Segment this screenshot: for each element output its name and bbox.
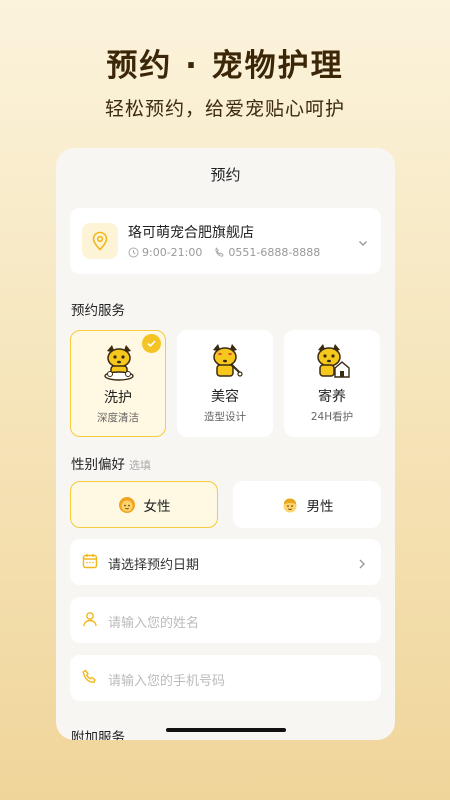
calendar-icon bbox=[82, 553, 98, 573]
store-hours: 9:00-21:00 bbox=[142, 246, 203, 259]
phone-icon bbox=[214, 247, 225, 258]
dog-boarding-icon bbox=[314, 342, 350, 384]
date-field-label: 请选择预约日期 bbox=[108, 558, 200, 573]
booking-card: 预约 珞可萌宠合肥旗舰店 9:00-21:00 0551-6888-8888 预… bbox=[56, 148, 395, 740]
service-desc: 造型设计 bbox=[204, 411, 246, 423]
phone-input-field[interactable]: 请输入您的手机号码 bbox=[70, 655, 381, 701]
store-selector[interactable]: 珞可萌宠合肥旗舰店 9:00-21:00 0551-6888-8888 bbox=[70, 208, 381, 274]
store-name: 珞可萌宠合肥旗舰店 bbox=[128, 225, 254, 241]
user-icon bbox=[82, 611, 98, 631]
page-title: 预约 bbox=[210, 166, 241, 184]
name-input[interactable]: 请输入您的姓名 bbox=[108, 612, 199, 631]
gender-label: 女性 bbox=[143, 498, 171, 515]
service-card-boarding[interactable]: 寄养 24H看护 bbox=[284, 330, 380, 437]
name-input-field[interactable]: 请输入您的姓名 bbox=[70, 597, 381, 643]
optional-hint: 选填 bbox=[129, 459, 151, 472]
store-meta: 9:00-21:00 0551-6888-8888 bbox=[128, 246, 320, 259]
extra-service-section-label: 附加服务 bbox=[71, 730, 125, 740]
service-card-grooming[interactable]: 美容 造型设计 bbox=[177, 330, 273, 437]
gender-section-title: 性别偏好 bbox=[71, 457, 125, 473]
man-icon bbox=[281, 496, 299, 514]
service-name: 美容 bbox=[211, 389, 239, 405]
promo-headline: 预约 · 宠物护理 bbox=[106, 48, 344, 84]
chevron-down-icon[interactable] bbox=[357, 234, 369, 253]
chevron-right-icon bbox=[357, 555, 367, 574]
service-name: 洗护 bbox=[104, 390, 132, 406]
date-picker-field[interactable]: 请选择预约日期 bbox=[70, 539, 381, 585]
phone-input[interactable]: 请输入您的手机号码 bbox=[108, 670, 225, 689]
store-phone: 0551-6888-8888 bbox=[228, 246, 321, 259]
dog-grooming-icon bbox=[207, 342, 243, 384]
location-pin-icon bbox=[82, 223, 118, 259]
gender-option-male[interactable]: 男性 bbox=[233, 481, 381, 528]
service-card-wash[interactable]: 洗护 深度清洁 bbox=[70, 330, 166, 437]
promo-subline: 轻松预约，给爱宠贴心呵护 bbox=[104, 98, 345, 120]
phone-icon bbox=[82, 669, 98, 689]
service-name: 寄养 bbox=[318, 389, 346, 405]
check-icon bbox=[142, 334, 161, 353]
woman-icon bbox=[118, 496, 136, 514]
dog-bath-icon bbox=[101, 343, 137, 385]
service-section-label: 预约服务 bbox=[71, 303, 125, 319]
clock-icon bbox=[128, 247, 139, 258]
gender-section-label: 性别偏好 选填 bbox=[71, 453, 151, 473]
home-indicator bbox=[166, 728, 286, 732]
service-desc: 深度清洁 bbox=[97, 412, 139, 424]
gender-option-female[interactable]: 女性 bbox=[70, 481, 218, 528]
gender-label: 男性 bbox=[306, 498, 334, 515]
service-desc: 24H看护 bbox=[310, 411, 354, 423]
